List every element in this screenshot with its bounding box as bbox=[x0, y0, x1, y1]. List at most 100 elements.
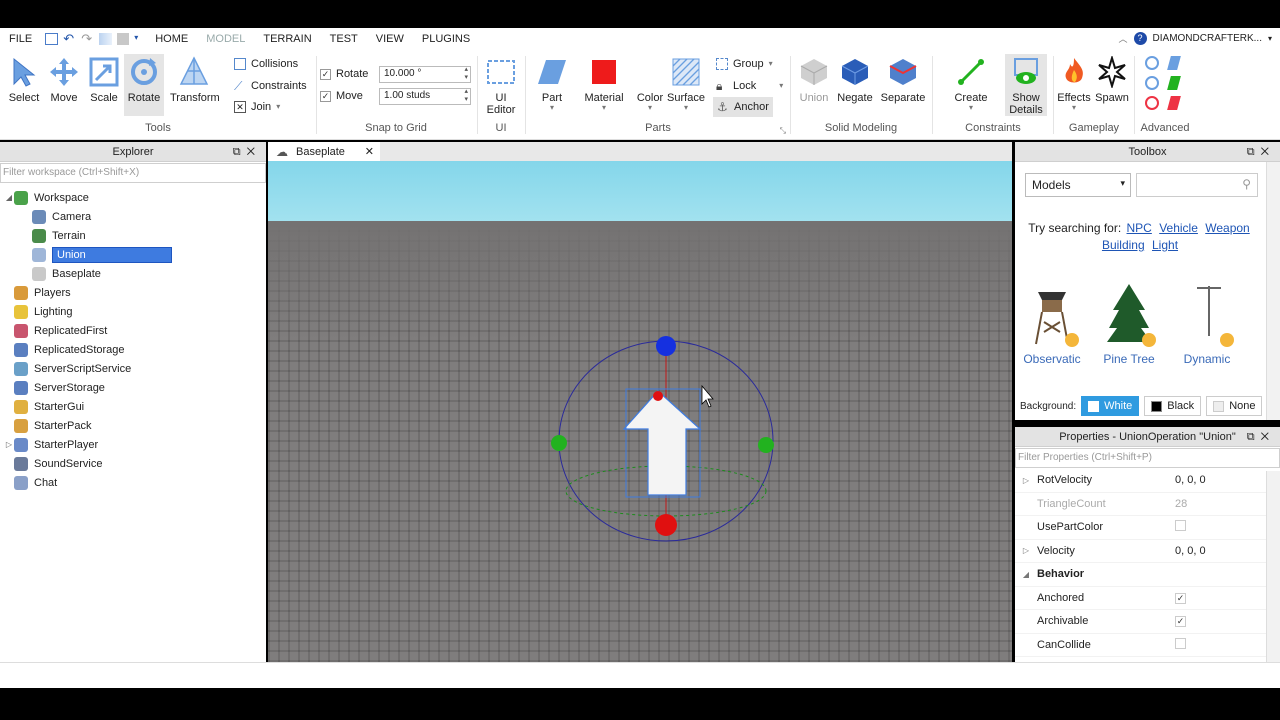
float-icon[interactable]: ⧉ bbox=[1247, 431, 1261, 443]
user-dropdown-icon[interactable]: ▾ bbox=[1268, 34, 1272, 43]
property-value[interactable]: 0, 0, 0 bbox=[1175, 474, 1255, 486]
separate-button[interactable]: Separate bbox=[879, 54, 927, 116]
effects-button[interactable]: Effects ▾ bbox=[1054, 54, 1094, 116]
color-button[interactable]: Color ▾ bbox=[630, 54, 670, 116]
explorer-item-camera[interactable]: Camera bbox=[0, 207, 266, 226]
move-snap-checkbox[interactable]: ✓ bbox=[320, 90, 331, 102]
expand-arrow-icon[interactable]: ◢ bbox=[1015, 570, 1037, 579]
collisions-toggle[interactable]: Collisions bbox=[234, 55, 298, 73]
explorer-item-serverscriptservice[interactable]: ServerScriptService bbox=[0, 359, 266, 378]
rotate-snap-checkbox[interactable]: ✓ bbox=[320, 68, 331, 80]
material-button[interactable]: Material ▾ bbox=[580, 54, 628, 116]
surface-dropdown-icon[interactable]: ▾ bbox=[666, 104, 706, 112]
advanced-red-icon[interactable] bbox=[1167, 96, 1181, 110]
rotate-handle-red-top[interactable] bbox=[653, 391, 663, 401]
property-row-velocity[interactable]: ▷ Velocity 0, 0, 0 bbox=[1015, 540, 1266, 563]
redo-icon[interactable]: ↷ bbox=[81, 32, 94, 45]
explorer-item-starterpack[interactable]: StarterPack bbox=[0, 416, 266, 435]
explorer-item-starterplayer[interactable]: ▷ StarterPlayer bbox=[0, 435, 266, 454]
bg-black-button[interactable]: Black bbox=[1144, 396, 1202, 416]
property-row-trianglecount[interactable]: TriangleCount 28 bbox=[1015, 493, 1266, 516]
advanced-blue-icon[interactable] bbox=[1167, 56, 1181, 70]
float-icon[interactable]: ⧉ bbox=[233, 146, 247, 158]
bg-white-button[interactable]: White bbox=[1081, 396, 1140, 416]
create-constraint-button[interactable]: Create ▾ bbox=[951, 54, 991, 116]
explorer-item-chat[interactable]: Chat bbox=[0, 473, 266, 492]
menu-file[interactable]: FILE bbox=[0, 33, 41, 45]
toolbox-scrollbar[interactable] bbox=[1266, 162, 1280, 420]
rotate-snap-input[interactable]: 10.000 ° bbox=[379, 65, 471, 83]
property-checkbox[interactable]: ✓ bbox=[1175, 592, 1186, 604]
color-dropdown-icon[interactable]: ▾ bbox=[630, 104, 670, 112]
lock-dropdown-icon[interactable]: ▾ bbox=[779, 82, 783, 90]
advanced-green-icon[interactable] bbox=[1167, 76, 1181, 90]
part-button[interactable]: Part ▾ bbox=[532, 54, 572, 116]
rotate-handle-red-bottom[interactable] bbox=[655, 514, 677, 536]
expand-arrow-icon[interactable]: ▷ bbox=[4, 440, 14, 449]
menu-home[interactable]: HOME bbox=[146, 33, 197, 45]
move-button[interactable]: Move bbox=[44, 54, 84, 116]
parts-expand-icon[interactable]: ⤡ bbox=[780, 126, 786, 136]
move-snap-input[interactable]: 1.00 studs bbox=[379, 87, 471, 105]
explorer-filter-input[interactable]: Filter workspace (Ctrl+Shift+X) bbox=[0, 163, 266, 183]
menu-test[interactable]: TEST bbox=[321, 33, 367, 45]
menu-terrain[interactable]: TERRAIN bbox=[254, 33, 320, 45]
property-row-behavior[interactable]: ◢ Behavior bbox=[1015, 563, 1266, 587]
explorer-item-terrain[interactable]: Terrain bbox=[0, 226, 266, 245]
join-toggle[interactable]: ✕ Join ▾ bbox=[234, 98, 280, 116]
show-details-button[interactable]: Show Details bbox=[1005, 54, 1047, 116]
rotate-button[interactable]: Rotate bbox=[124, 54, 164, 116]
union-button[interactable]: Union bbox=[794, 54, 834, 116]
advanced-gear-icon[interactable] bbox=[1145, 56, 1159, 70]
asset-observatory[interactable]: Observatic bbox=[1016, 282, 1088, 366]
explorer-item-workspace[interactable]: ◢ Workspace bbox=[0, 188, 266, 207]
explorer-item-union[interactable]: Union bbox=[0, 245, 266, 264]
advanced-red-dots-icon[interactable] bbox=[1145, 96, 1159, 110]
ui-editor-button[interactable]: UI Editor bbox=[481, 54, 521, 116]
collapse-ribbon-icon[interactable]: ︿ bbox=[1119, 32, 1128, 45]
explorer-item-baseplate[interactable]: Baseplate bbox=[0, 264, 266, 283]
username[interactable]: DIAMONDCRAFTERK... bbox=[1153, 33, 1262, 44]
suggestion-building[interactable]: Building bbox=[1102, 238, 1145, 252]
close-icon[interactable]: ✕ bbox=[1261, 431, 1275, 443]
negate-button[interactable]: Negate bbox=[835, 54, 875, 116]
asset-dynamic[interactable]: Dynamic bbox=[1171, 282, 1243, 366]
property-row-cancollide[interactable]: CanCollide bbox=[1015, 634, 1266, 657]
help-icon[interactable]: ? bbox=[1133, 32, 1147, 45]
menu-model[interactable]: MODEL bbox=[197, 33, 254, 45]
properties-filter-input[interactable]: Filter Properties (Ctrl+Shift+P) bbox=[1015, 448, 1280, 468]
toolbox-search-input[interactable]: ⚲ bbox=[1136, 173, 1258, 197]
rotate-handle-green-right[interactable] bbox=[758, 437, 774, 453]
join-dropdown-icon[interactable]: ▾ bbox=[276, 103, 280, 111]
toolbox-category-select[interactable]: Models bbox=[1025, 173, 1131, 197]
create-dropdown-icon[interactable]: ▾ bbox=[951, 104, 991, 112]
explorer-item-soundservice[interactable]: SoundService bbox=[0, 454, 266, 473]
rotate-handle-blue[interactable] bbox=[656, 336, 676, 356]
asset-pine-tree[interactable]: Pine Tree bbox=[1093, 282, 1165, 366]
menu-plugins[interactable]: PLUGINS bbox=[413, 33, 479, 45]
tab-close-icon[interactable]: ✕ bbox=[365, 145, 380, 158]
rotate-handle-green-left[interactable] bbox=[551, 435, 567, 451]
union-arrow-part[interactable] bbox=[622, 388, 702, 498]
suggestion-vehicle[interactable]: Vehicle bbox=[1159, 221, 1198, 235]
group-dropdown-icon[interactable]: ▾ bbox=[769, 60, 773, 68]
surface-button[interactable]: Surface ▾ bbox=[666, 54, 706, 116]
new-file-icon[interactable] bbox=[45, 33, 59, 45]
float-icon[interactable]: ⧉ bbox=[1247, 146, 1261, 158]
advanced-link-icon[interactable] bbox=[1145, 76, 1159, 90]
part-dropdown-icon[interactable]: ▾ bbox=[532, 104, 572, 112]
explorer-item-players[interactable]: Players bbox=[0, 283, 266, 302]
expand-arrow-icon[interactable]: ◢ bbox=[4, 193, 14, 202]
explorer-item-lighting[interactable]: Lighting bbox=[0, 302, 266, 321]
constraints-toggle[interactable]: ⟋ Constraints bbox=[234, 77, 307, 95]
group-button[interactable]: Group ▾ bbox=[716, 55, 773, 73]
rotate-gizmo[interactable] bbox=[268, 161, 1012, 662]
suggestion-weapon[interactable]: Weapon bbox=[1205, 221, 1249, 235]
search-icon[interactable]: ⚲ bbox=[1242, 177, 1251, 191]
anchor-button[interactable]: ⚓︎ Anchor bbox=[713, 97, 773, 117]
explorer-item-replicatedstorage[interactable]: ReplicatedStorage bbox=[0, 340, 266, 359]
explorer-item-startergui[interactable]: StarterGui bbox=[0, 397, 266, 416]
play-arrow-icon[interactable] bbox=[99, 33, 113, 45]
property-checkbox[interactable] bbox=[1175, 520, 1186, 532]
suggestion-light[interactable]: Light bbox=[1152, 238, 1178, 252]
